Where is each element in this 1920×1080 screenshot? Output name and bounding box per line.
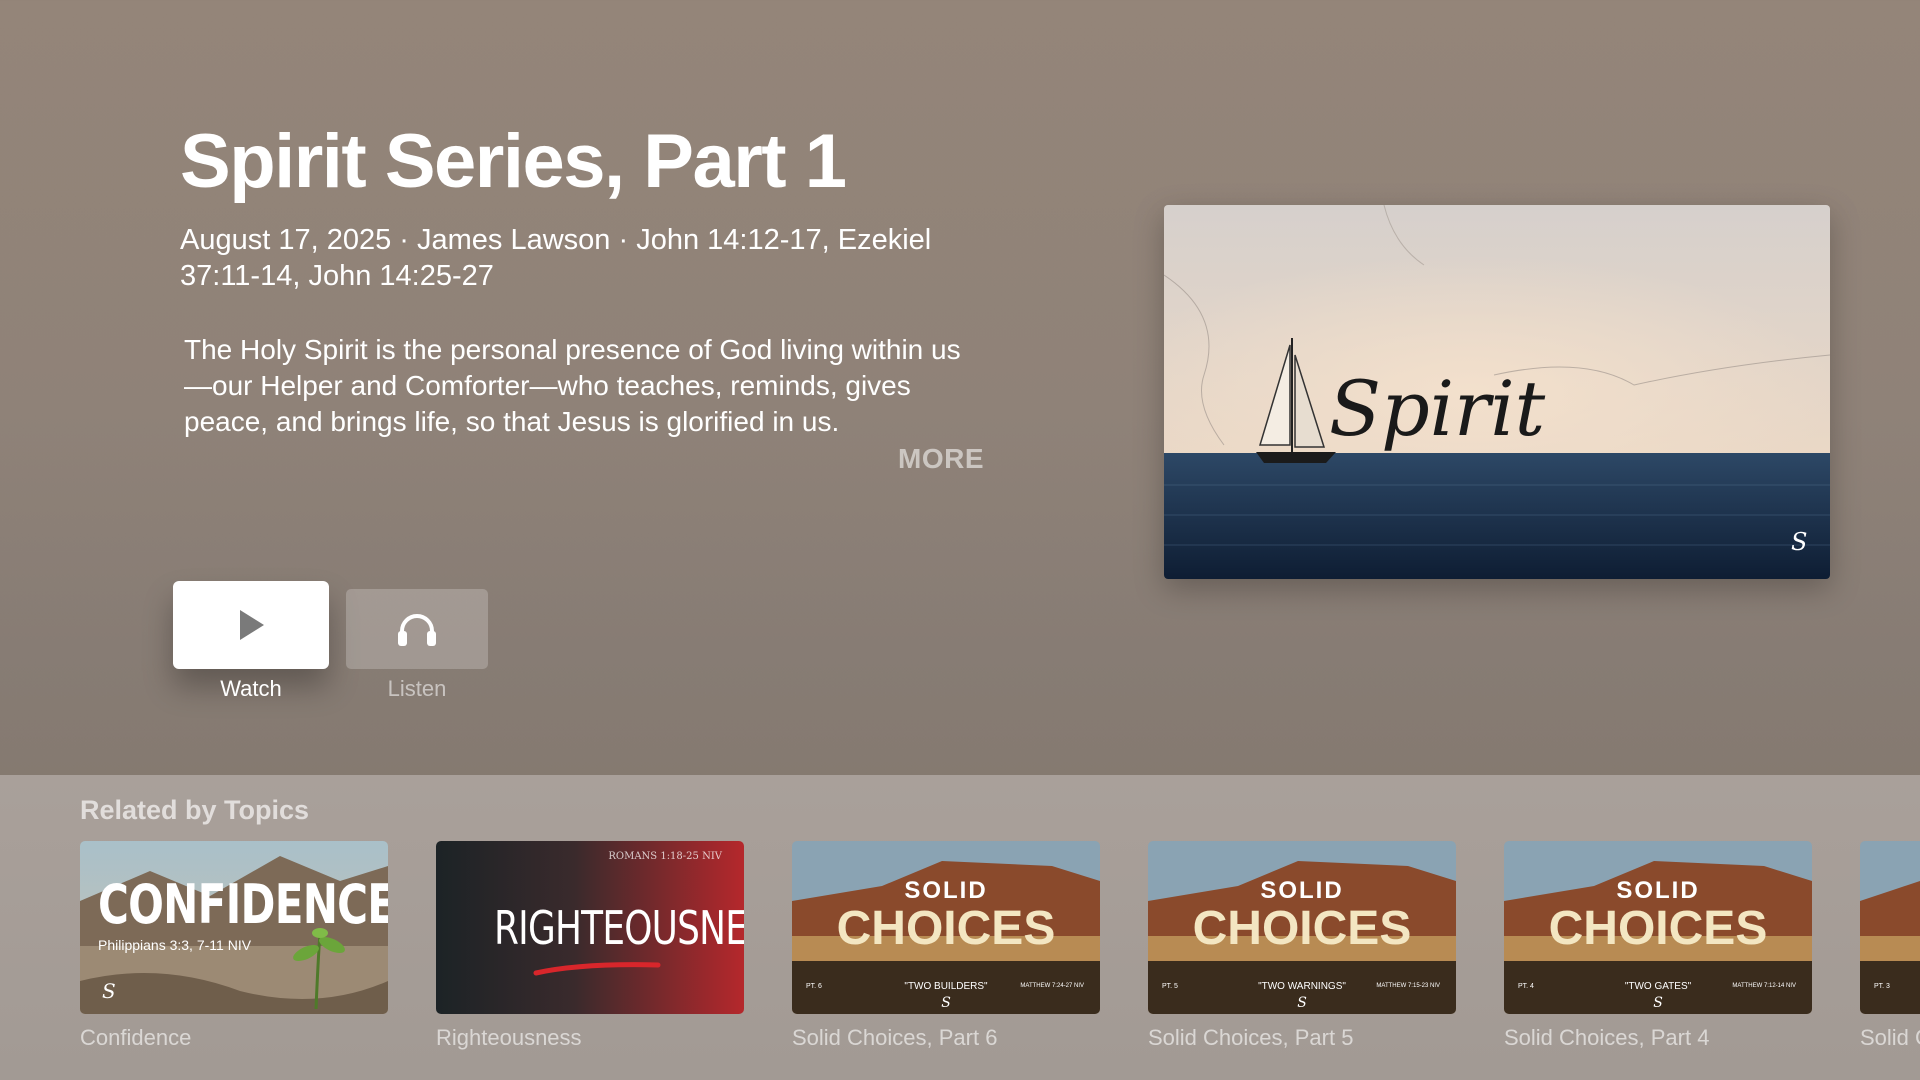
related-card-label: Solid Choices, Part 4: [1504, 1025, 1710, 1050]
thumb-title: CHOICES: [1192, 902, 1412, 955]
headphones-icon: [398, 614, 436, 646]
related-card-label: Solid Choices, Part 5: [1148, 1025, 1354, 1050]
thumb-logo-mark: S: [102, 979, 116, 1003]
thumb-reference: MATTHEW 7:24-27 NIV: [1020, 983, 1084, 989]
artwork-script-text: Spirit: [1329, 364, 1546, 453]
related-section: Related by Topics CONFIDENCE Philippians…: [0, 775, 1920, 1080]
watch-button[interactable]: [173, 581, 329, 669]
related-card-solid-choices-5[interactable]: SOLID CHOICES PT. 5 "TWO WARNINGS" MATTH…: [1148, 841, 1456, 1014]
thumb-title: CHOICES: [1548, 902, 1768, 955]
thumb-reference: MATTHEW 7:15-23 NIV: [1376, 983, 1440, 989]
hero-section: Spirit Series, Part 1 August 17, 2025 · …: [0, 0, 1920, 775]
related-heading: Related by Topics: [80, 795, 310, 825]
page-title: Spirit Series, Part 1: [180, 119, 847, 204]
thumb-logo-mark: S: [1297, 995, 1307, 1011]
related-card-label: Confidence: [80, 1025, 192, 1050]
play-icon: [240, 610, 264, 640]
related-card-solid-choices-6[interactable]: SOLID CHOICES PT. 6 "TWO BUILDERS" MATTH…: [792, 841, 1100, 1014]
listen-button[interactable]: [346, 589, 488, 669]
thumb-subtitle: Philippians 3:3, 7-11 NIV: [98, 937, 252, 953]
thumb-logo-mark: S: [941, 995, 951, 1011]
watch-button-label: Watch: [220, 676, 282, 701]
artwork-logo-mark: S: [1791, 528, 1807, 556]
related-card-confidence[interactable]: CONFIDENCE Philippians 3:3, 7-11 NIV S: [80, 841, 388, 1014]
thumb-reference: ROMANS 1:18-25 NIV: [608, 851, 722, 862]
related-card-solid-choices-4[interactable]: SOLID CHOICES PT. 4 "TWO GATES" MATTHEW …: [1504, 841, 1812, 1014]
related-card-partial[interactable]: PT. 3: [1860, 841, 1920, 1014]
meta-line-1: August 17, 2025 · James Lawson · John 14…: [180, 224, 932, 256]
related-card-label: Righteousness: [436, 1025, 582, 1050]
thumb-title: RIGHTEOUSNESS: [494, 901, 744, 955]
meta-line-2: 37:11-14, John 14:25-27: [180, 260, 494, 292]
thumb-part: PT. 3: [1874, 983, 1890, 990]
related-card-label: Solid C: [1860, 1025, 1920, 1050]
sermon-artwork: Spirit S: [1164, 205, 1830, 579]
thumb-logo-mark: S: [1653, 995, 1663, 1011]
thumb-title: CHOICES: [836, 902, 1056, 955]
related-card-righteousness[interactable]: ROMANS 1:18-25 NIV RIGHTEOUSNESS: [436, 841, 744, 1014]
sermon-meta: August 17, 2025 · James Lawson · John 14…: [180, 222, 940, 294]
listen-button-label: Listen: [387, 676, 447, 701]
more-button[interactable]: MORE: [898, 443, 984, 475]
sermon-description: The Holy Spirit is the personal presence…: [184, 334, 961, 437]
thumb-title: CONFIDENCE: [98, 873, 388, 936]
thumb-reference: MATTHEW 7:12-14 NIV: [1732, 983, 1796, 989]
related-card-label: Solid Choices, Part 6: [792, 1025, 998, 1050]
